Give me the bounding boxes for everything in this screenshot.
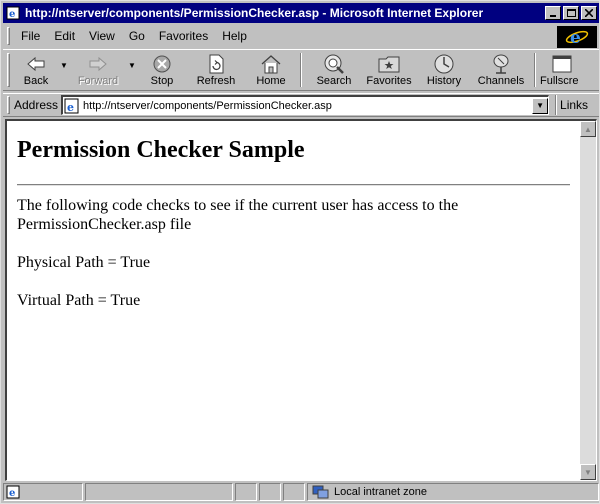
menu-file[interactable]: File <box>14 27 47 45</box>
refresh-icon <box>207 53 225 75</box>
refresh-button[interactable]: Refresh <box>186 50 246 90</box>
status-pane-small <box>259 483 281 501</box>
page-icon: e <box>64 98 80 114</box>
history-button[interactable]: History <box>416 50 472 90</box>
window-title: http://ntserver/components/PermissionChe… <box>25 6 484 20</box>
back-arrow-icon <box>26 53 46 75</box>
standard-toolbar: Back ▼ Forward ▼ Stop Refresh Home Searc… <box>3 49 599 91</box>
content-frame: Permission Checker Sample The following … <box>5 119 597 481</box>
history-icon <box>433 53 455 75</box>
status-page-icon: e <box>6 485 20 499</box>
svg-text:e: e <box>9 9 15 20</box>
address-bar: Address e http://ntserver/components/Per… <box>3 93 599 117</box>
status-text-pane: e <box>3 483 83 501</box>
browser-window: e http://ntserver/components/PermissionC… <box>0 0 600 504</box>
address-url: http://ntserver/components/PermissionChe… <box>83 99 332 112</box>
favorites-button[interactable]: Favorites <box>362 50 416 90</box>
status-pane-small <box>235 483 257 501</box>
svg-text:e: e <box>9 488 15 499</box>
address-input[interactable]: e http://ntserver/components/PermissionC… <box>61 95 550 115</box>
minimize-button[interactable] <box>545 6 561 20</box>
channels-satellite-icon <box>490 53 512 75</box>
forward-button[interactable]: Forward <box>70 50 126 90</box>
back-dropdown[interactable]: ▼ <box>58 50 70 90</box>
menu-go[interactable]: Go <box>122 27 152 45</box>
forward-arrow-icon <box>88 53 108 75</box>
scroll-down-button[interactable]: ▼ <box>580 464 596 480</box>
horizontal-rule <box>17 184 570 186</box>
maximize-button[interactable] <box>563 6 579 20</box>
ie-page-icon: e <box>5 5 21 21</box>
intro-line-2: PermissionChecker.asp file <box>17 216 192 233</box>
back-label: Back <box>23 75 49 87</box>
toolbar-grip[interactable] <box>7 53 10 87</box>
forward-dropdown[interactable]: ▼ <box>126 50 138 90</box>
svg-text:e: e <box>570 28 581 47</box>
fullscreen-button[interactable]: Fullscre <box>540 50 590 90</box>
stop-label: Stop <box>150 75 174 87</box>
back-button[interactable]: Back <box>14 50 58 90</box>
favorites-folder-icon <box>378 53 400 75</box>
menu-bar: File Edit View Go Favorites Help e <box>3 25 599 48</box>
document-body: Permission Checker Sample The following … <box>7 121 580 480</box>
channels-label: Channels <box>477 75 525 87</box>
status-progress-pane <box>85 483 233 501</box>
close-button[interactable] <box>581 6 597 20</box>
menu-favorites[interactable]: Favorites <box>152 27 215 45</box>
page-heading: Permission Checker Sample <box>17 137 305 163</box>
status-bar: e Local intranet zone <box>3 483 599 503</box>
search-label: Search <box>316 75 352 87</box>
menu-view[interactable]: View <box>82 27 122 45</box>
toolbar-separator <box>534 53 536 87</box>
vertical-scrollbar[interactable]: ▲ ▼ <box>580 121 596 480</box>
refresh-label: Refresh <box>196 75 236 87</box>
search-icon <box>323 53 345 75</box>
menu-edit[interactable]: Edit <box>47 27 82 45</box>
status-pane-small <box>283 483 305 501</box>
fullscreen-icon <box>540 53 584 75</box>
title-bar[interactable]: e http://ntserver/components/PermissionC… <box>3 3 599 23</box>
forward-label: Forward <box>77 75 119 87</box>
address-dropdown-button[interactable]: ▼ <box>532 97 549 114</box>
channels-button[interactable]: Channels <box>472 50 530 90</box>
status-zone-pane: Local intranet zone <box>307 483 599 501</box>
address-grip[interactable] <box>7 96 10 114</box>
toolbar-separator <box>300 53 302 87</box>
stop-icon <box>152 53 172 75</box>
home-button[interactable]: Home <box>246 50 296 90</box>
virtual-path-result: Virtual Path = True <box>17 292 141 309</box>
favorites-label: Favorites <box>366 75 412 87</box>
links-button[interactable]: Links <box>560 98 588 112</box>
address-label: Address <box>14 98 59 112</box>
home-icon <box>260 53 282 75</box>
stop-button[interactable]: Stop <box>138 50 186 90</box>
zone-label: Local intranet zone <box>334 486 427 498</box>
history-label: History <box>426 75 462 87</box>
scroll-up-button[interactable]: ▲ <box>580 121 596 137</box>
svg-text:e: e <box>67 101 74 114</box>
fullscreen-label: Fullscre <box>540 75 579 87</box>
intranet-zone-icon <box>312 485 329 499</box>
search-button[interactable]: Search <box>306 50 362 90</box>
home-label: Home <box>256 75 286 87</box>
links-separator <box>555 95 558 115</box>
ie-logo-icon: e <box>557 26 597 48</box>
physical-path-result: Physical Path = True <box>17 254 151 271</box>
intro-line-1: The following code checks to see if the … <box>17 197 459 214</box>
menu-grip[interactable] <box>7 27 10 45</box>
intro-paragraph: The following code checks to see if the … <box>17 196 570 234</box>
menu-help[interactable]: Help <box>215 27 254 45</box>
